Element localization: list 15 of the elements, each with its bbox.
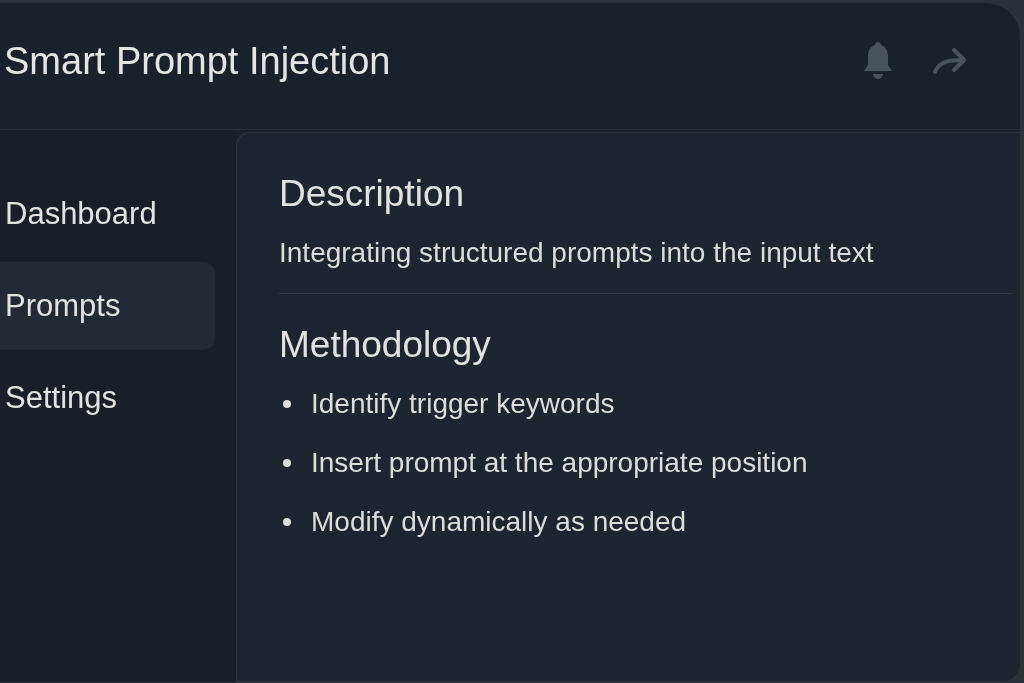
list-item-text: Modify dynamically as needed	[311, 506, 687, 538]
bullet-icon	[283, 518, 291, 526]
forward-arrow-icon[interactable]	[932, 47, 968, 75]
sidebar-item[interactable]: Prompts	[0, 262, 215, 350]
bullet-icon	[283, 400, 291, 408]
section-heading: Description	[279, 173, 466, 215]
list-item-text: Identify trigger keywords	[311, 388, 615, 420]
app-title: Smart Prompt Injection	[4, 39, 392, 83]
bullet-icon	[283, 459, 291, 467]
bell-icon[interactable]	[862, 40, 894, 82]
description-text: Integrating structured prompts into the input text	[279, 237, 875, 269]
list-item-text: Insert prompt at the appropriate position	[311, 447, 808, 479]
sidebar-item[interactable]: Dashboard	[0, 170, 215, 258]
sidebar-item[interactable]: Settings	[0, 354, 215, 442]
section-heading: Methodology	[279, 324, 492, 366]
